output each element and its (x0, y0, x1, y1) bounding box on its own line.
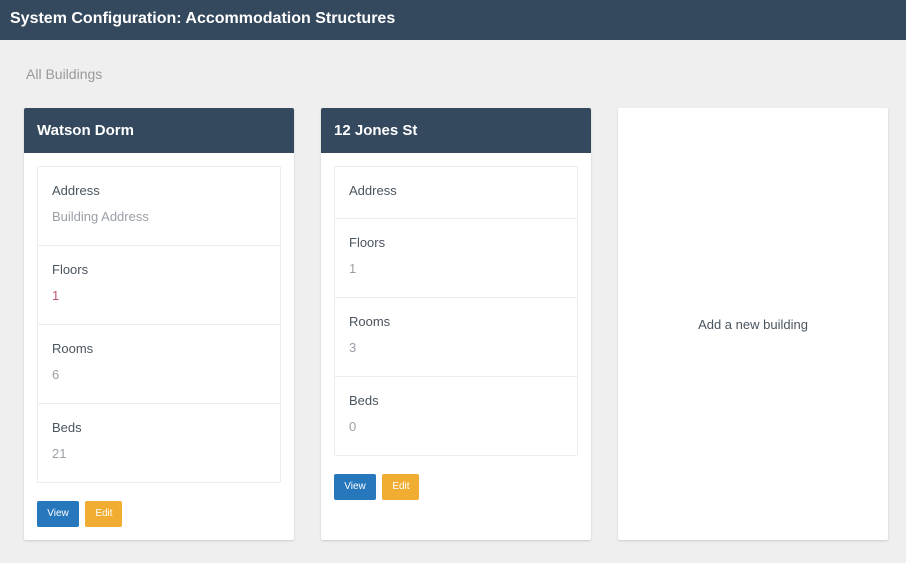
building-name: Watson Dorm (37, 122, 134, 139)
list-item-address: Address (335, 167, 577, 218)
edit-button[interactable]: Edit (382, 474, 420, 500)
view-button[interactable]: View (334, 474, 376, 500)
add-building-label: Add a new building (698, 316, 808, 332)
field-label: Beds (349, 393, 379, 408)
building-card-12-jones-st: 12 Jones St Address Floors 1 Rooms 3 Bed… (321, 108, 591, 540)
building-card-watson-dorm: Watson Dorm Address Building Address Flo… (24, 108, 294, 540)
field-label: Address (52, 183, 100, 198)
edit-button[interactable]: Edit (85, 501, 123, 527)
field-value: 1 (349, 261, 357, 276)
building-card-header: 12 Jones St (321, 108, 591, 153)
building-details-list: Address Building Address Floors 1 Rooms … (37, 166, 281, 483)
field-value: 0 (349, 419, 357, 434)
field-value: 3 (349, 340, 357, 355)
field-value: 6 (52, 367, 60, 382)
list-item-rooms: Rooms 3 (335, 297, 577, 376)
top-bar: System Configuration: Accommodation Stru… (0, 0, 906, 40)
field-label: Floors (349, 235, 386, 250)
list-item-floors: Floors 1 (335, 218, 577, 297)
field-value: Building Address (52, 209, 149, 224)
list-item-beds: Beds 0 (335, 376, 577, 455)
card-actions: View Edit (321, 456, 591, 512)
building-name: 12 Jones St (334, 122, 418, 139)
building-details-list: Address Floors 1 Rooms 3 Beds 0 (334, 166, 578, 456)
building-card-header: Watson Dorm (24, 108, 294, 153)
page-title: System Configuration: Accommodation Stru… (10, 10, 396, 27)
card-actions: View Edit (24, 483, 294, 539)
section-title: All Buildings (26, 66, 103, 82)
list-item-beds: Beds 21 (38, 403, 280, 482)
field-label: Address (349, 183, 397, 198)
view-button[interactable]: View (37, 501, 79, 527)
list-item-rooms: Rooms 6 (38, 324, 280, 403)
field-label: Rooms (349, 314, 391, 329)
field-value: 1 (52, 288, 60, 303)
list-item-floors: Floors 1 (38, 245, 280, 324)
field-value: 21 (52, 446, 67, 461)
field-label: Floors (52, 262, 89, 277)
list-item-address: Address Building Address (38, 167, 280, 245)
field-label: Beds (52, 420, 82, 435)
add-building-card[interactable]: Add a new building (618, 108, 888, 540)
field-label: Rooms (52, 341, 94, 356)
